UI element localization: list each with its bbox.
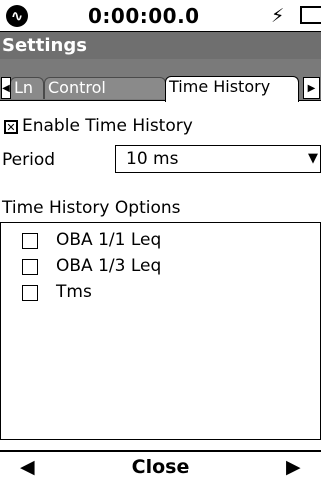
bottom-bar: ◀ Close ▶ — [0, 450, 321, 485]
period-value: 10 ms — [126, 149, 179, 169]
time-history-options-header: Time History Options — [2, 198, 181, 218]
tab-scroll-left-button[interactable]: ◀ — [1, 77, 11, 99]
period-select[interactable]: 10 ms ▼ — [115, 145, 321, 173]
option-tms[interactable]: Tms — [1, 281, 320, 305]
tab-ln[interactable]: Ln — [10, 77, 44, 99]
chevron-down-icon: ▼ — [308, 151, 318, 166]
period-label: Period — [2, 150, 56, 170]
page-title: Settings — [0, 32, 321, 59]
option-checkbox[interactable] — [22, 233, 38, 249]
option-checkbox[interactable] — [22, 285, 38, 301]
tab-scroll-right-button[interactable]: ▶ — [303, 77, 320, 99]
option-label: OBA 1/3 Leq — [56, 256, 162, 276]
option-label: Tms — [56, 282, 92, 302]
tab-control[interactable]: Control — [44, 77, 166, 99]
power-bolt-icon: ⚡ — [271, 5, 285, 27]
nav-right-arrow-icon[interactable]: ▶ — [286, 456, 301, 478]
tab-strip: ◀ Ln Control Time History ▶ — [0, 59, 321, 105]
elapsed-timer: 0:00:00.0 — [88, 4, 200, 28]
status-bar: ∿ 0:00:00.0 ⚡ — [0, 0, 321, 32]
tab-time-history[interactable]: Time History — [165, 76, 299, 102]
option-checkbox[interactable] — [22, 259, 38, 275]
battery-icon — [300, 6, 321, 24]
option-oba-1-1-leq[interactable]: OBA 1/1 Leq — [1, 229, 320, 253]
sound-wave-logo-icon: ∿ — [6, 5, 28, 27]
enable-time-history-label: Enable Time History — [22, 116, 193, 136]
option-label: OBA 1/1 Leq — [56, 230, 162, 250]
enable-time-history-checkbox[interactable]: ✕ — [4, 120, 18, 134]
option-oba-1-3-leq[interactable]: OBA 1/3 Leq — [1, 255, 320, 279]
time-history-options-list: OBA 1/1 Leq OBA 1/3 Leq Tms — [0, 222, 321, 440]
close-button[interactable]: Close — [0, 456, 321, 478]
